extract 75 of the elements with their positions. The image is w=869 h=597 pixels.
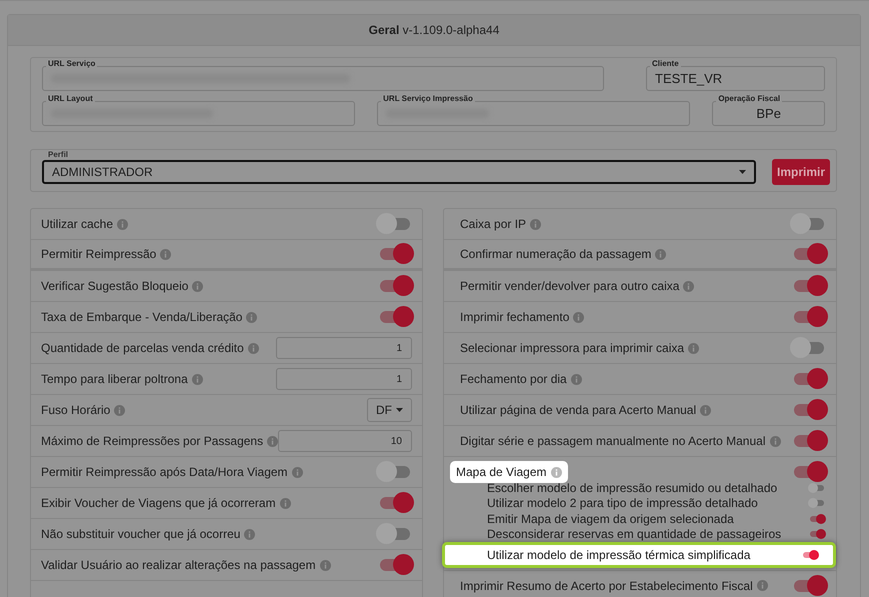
- option-label: Utilizar modelo 2 para tipo de impressão detalhado: [487, 496, 758, 510]
- info-icon[interactable]: [192, 374, 203, 384]
- select-value: ADMINISTRADOR: [52, 165, 153, 179]
- setting-label: Caixa por IP: [460, 217, 526, 231]
- setting-label: Imprimir Resumo de Acerto por Estabelecimento Fiscal: [460, 578, 753, 592]
- setting-label: Não substituir voucher que já ocorreu: [41, 527, 240, 541]
- info-icon[interactable]: [756, 580, 768, 591]
- setting-label: Quantidade de parcelas venda crédito: [41, 341, 244, 355]
- info-icon[interactable]: [655, 248, 666, 260]
- toggle-switch[interactable]: [808, 514, 826, 524]
- setting-label: Imprimir fechamento: [460, 310, 570, 324]
- setting-label: Confirmar numeração da passagem: [460, 247, 652, 261]
- text-field[interactable]: [42, 101, 356, 126]
- field-label: Operação Fiscal: [716, 94, 782, 103]
- toggle-switch[interactable]: [808, 498, 826, 508]
- field-value: TESTE_VR: [655, 71, 722, 86]
- info-icon[interactable]: [292, 466, 303, 478]
- setting-label: Exibir Voucher de Viagens que já ocorreram: [41, 496, 276, 510]
- info-icon[interactable]: [688, 342, 700, 354]
- info-icon[interactable]: [320, 560, 331, 570]
- info-icon[interactable]: [248, 342, 259, 354]
- setting-label: Fuso Horário: [41, 403, 110, 417]
- number-field[interactable]: 10: [278, 430, 412, 452]
- info-icon[interactable]: [160, 248, 172, 260]
- info-icon[interactable]: [114, 404, 126, 416]
- setting-label: Taxa de Embarque - Venda/Liberação: [41, 310, 242, 324]
- info-icon[interactable]: [700, 404, 712, 416]
- setting-label: Permitir Reimpressão após Data/Hora Viagem: [41, 465, 288, 479]
- setting-label: Validar Usuário ao realizar alterações na passagem: [41, 558, 316, 572]
- field-label: URL Layout: [46, 94, 95, 103]
- setting-label: Verificar Sugestão Bloqueio: [41, 279, 188, 293]
- panel-title: Geral v-1.109.0-alpha44: [368, 23, 500, 37]
- info-icon[interactable]: [573, 312, 584, 322]
- number-field[interactable]: 1: [276, 337, 412, 359]
- dropdown[interactable]: DF: [367, 398, 412, 422]
- print-button[interactable]: Imprimir: [772, 159, 830, 185]
- info-icon[interactable]: [246, 312, 258, 322]
- info-icon[interactable]: [530, 218, 542, 230]
- setting-label: Fechamento por dia: [460, 372, 567, 386]
- info-icon[interactable]: [267, 436, 278, 446]
- setting-label: Utilizar página de venda para Acerto Manual: [460, 403, 696, 417]
- info-icon[interactable]: [280, 498, 291, 508]
- field-value: BPe: [756, 106, 781, 121]
- option-label: Emitir Mapa de viagem da origem selecionada: [487, 512, 734, 526]
- setting-label: Utilizar cache: [41, 217, 114, 231]
- caret-icon: [739, 170, 746, 174]
- info-icon[interactable]: [683, 280, 694, 292]
- field-label: Perfil: [46, 150, 70, 159]
- setting-label: Selecionar impressora para imprimir caixa: [460, 341, 684, 355]
- setting-label: Permitir Reimpressão: [41, 247, 156, 261]
- info-icon[interactable]: [244, 528, 256, 540]
- profile-select[interactable]: ADMINISTRADOR: [42, 160, 756, 184]
- field-label: URL Serviço: [46, 59, 98, 68]
- option-label: Utilizar modelo de impressão térmica simplificada: [487, 548, 750, 562]
- setting-label: Mapa de Viagem: [456, 465, 547, 479]
- setting-label: Tempo para liberar poltrona: [41, 372, 188, 386]
- info-icon[interactable]: [117, 218, 128, 230]
- setting-label: Máximo de Reimpressões por Passagens: [41, 434, 264, 448]
- setting-label: Permitir vender/devolver para outro caixa: [460, 279, 680, 293]
- text-field[interactable]: [42, 66, 604, 91]
- field-label: Cliente: [650, 59, 681, 68]
- info-icon[interactable]: [550, 466, 562, 478]
- text-field[interactable]: [377, 101, 690, 126]
- option-label: Escolher modelo de impressão resumido ou detalhado: [487, 480, 778, 495]
- setting-label: Digitar série e passagem manualmente no Acerto Manual: [460, 434, 766, 448]
- info-icon[interactable]: [770, 436, 780, 446]
- caret-icon: [396, 408, 403, 412]
- toggle-switch[interactable]: [808, 482, 826, 493]
- number-field[interactable]: 1: [276, 368, 412, 390]
- info-icon[interactable]: [192, 280, 204, 292]
- toggle-switch[interactable]: [801, 550, 819, 560]
- info-icon[interactable]: [570, 374, 582, 384]
- option-label: Desconsiderar reservas em quantidade de passageiros: [487, 527, 782, 542]
- toggle-switch[interactable]: [808, 529, 826, 540]
- field-label: URL Serviço Impressão: [381, 94, 475, 103]
